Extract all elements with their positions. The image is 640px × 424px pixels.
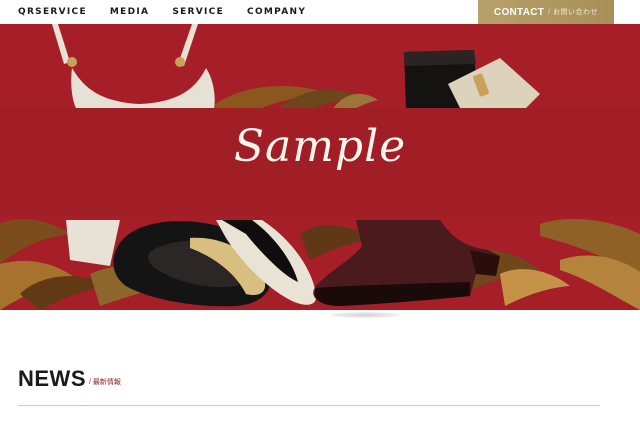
main-nav: QRSERVICE MEDIA SERVICE COMPANY <box>18 0 306 24</box>
contact-label: CONTACT <box>493 6 545 18</box>
nav-item-service[interactable]: SERVICE <box>172 7 224 17</box>
page: QRSERVICE MEDIA SERVICE COMPANY CONTACT … <box>0 0 640 424</box>
news-subtitle: / 最新情報 <box>89 379 121 386</box>
hero-shadow <box>330 312 400 318</box>
site-header: QRSERVICE MEDIA SERVICE COMPANY CONTACT … <box>0 0 640 24</box>
news-heading: NEWS / 最新情報 <box>18 368 121 390</box>
nav-item-qrservice[interactable]: QRSERVICE <box>18 7 87 17</box>
news-title: NEWS <box>18 366 86 391</box>
nav-item-media[interactable]: MEDIA <box>110 7 149 17</box>
contact-sublabel: / お問い合わせ <box>548 9 599 16</box>
hero-banner: Sample <box>0 24 640 310</box>
nav-item-company[interactable]: COMPANY <box>247 7 306 17</box>
news-divider <box>18 405 600 406</box>
contact-button[interactable]: CONTACT / お問い合わせ <box>478 0 614 24</box>
hero-title: Sample <box>233 121 407 172</box>
